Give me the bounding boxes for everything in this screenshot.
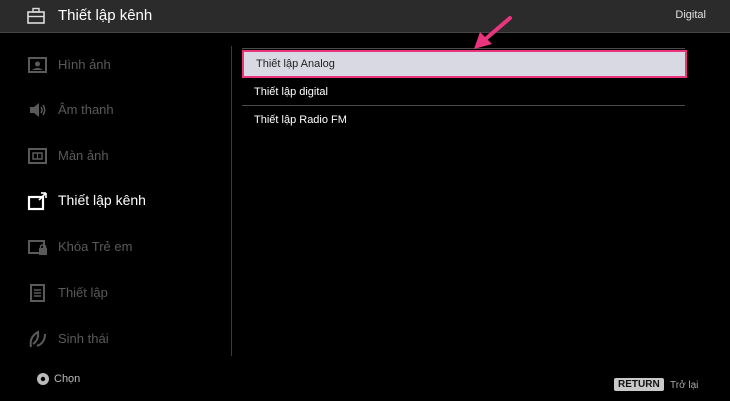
sidebar: Hình ảnh Âm thanh Màn ảnh Thiết lập kênh	[0, 40, 232, 356]
sidebar-item-screen[interactable]: Màn ảnh	[0, 141, 232, 171]
sidebar-item-sound[interactable]: Âm thanh	[0, 95, 232, 125]
menu-item-fm-radio-setup[interactable]: Thiết lập Radio FM	[242, 106, 687, 134]
speaker-icon	[30, 103, 46, 117]
menu-divider	[242, 48, 685, 49]
channel-setup-icon	[27, 192, 47, 211]
sidebar-item-label: Thiết lập kênh	[58, 192, 146, 208]
sidebar-item-label: Âm thanh	[58, 102, 114, 117]
screen-icon	[28, 148, 47, 164]
dpad-icon	[37, 373, 49, 385]
menu-item-analog-setup[interactable]: Thiết lập Analog	[242, 50, 687, 78]
sidebar-item-eco[interactable]: Sinh thái	[0, 324, 232, 354]
sidebar-item-child-lock[interactable]: Khóa Trẻ em	[0, 232, 232, 262]
input-mode-label: Digital	[675, 9, 706, 21]
child-lock-icon	[28, 240, 47, 255]
sidebar-item-label: Sinh thái	[58, 331, 109, 346]
sidebar-divider	[231, 46, 232, 356]
menu-item-digital-setup[interactable]: Thiết lập digital	[242, 78, 687, 106]
menu-item-label: Thiết lập Analog	[256, 58, 335, 70]
eco-icon	[29, 330, 46, 348]
return-key-badge: RETURN	[614, 378, 664, 391]
sidebar-item-picture[interactable]: Hình ảnh	[0, 50, 232, 80]
settings-icon	[30, 284, 45, 302]
menu-item-label: Thiết lập Radio FM	[254, 114, 347, 126]
sidebar-item-label: Màn ảnh	[58, 148, 109, 163]
sidebar-item-label: Thiết lập	[58, 285, 108, 300]
pointer-arrow-icon	[474, 16, 512, 49]
toolbox-icon	[27, 7, 45, 24]
menu-item-label: Thiết lập digital	[254, 86, 328, 98]
select-label: Chọn	[54, 373, 81, 385]
page-title: Thiết lập kênh	[58, 7, 153, 24]
header-bar: Thiết lập kênh Digital	[0, 0, 730, 33]
picture-icon	[28, 57, 47, 73]
sidebar-item-label: Khóa Trẻ em	[58, 239, 133, 254]
sidebar-item-settings[interactable]: Thiết lập	[0, 278, 232, 308]
return-label: Trở lại	[670, 380, 699, 391]
sidebar-item-channel-setup[interactable]: Thiết lập kênh	[0, 186, 232, 216]
sidebar-item-label: Hình ảnh	[58, 57, 111, 72]
